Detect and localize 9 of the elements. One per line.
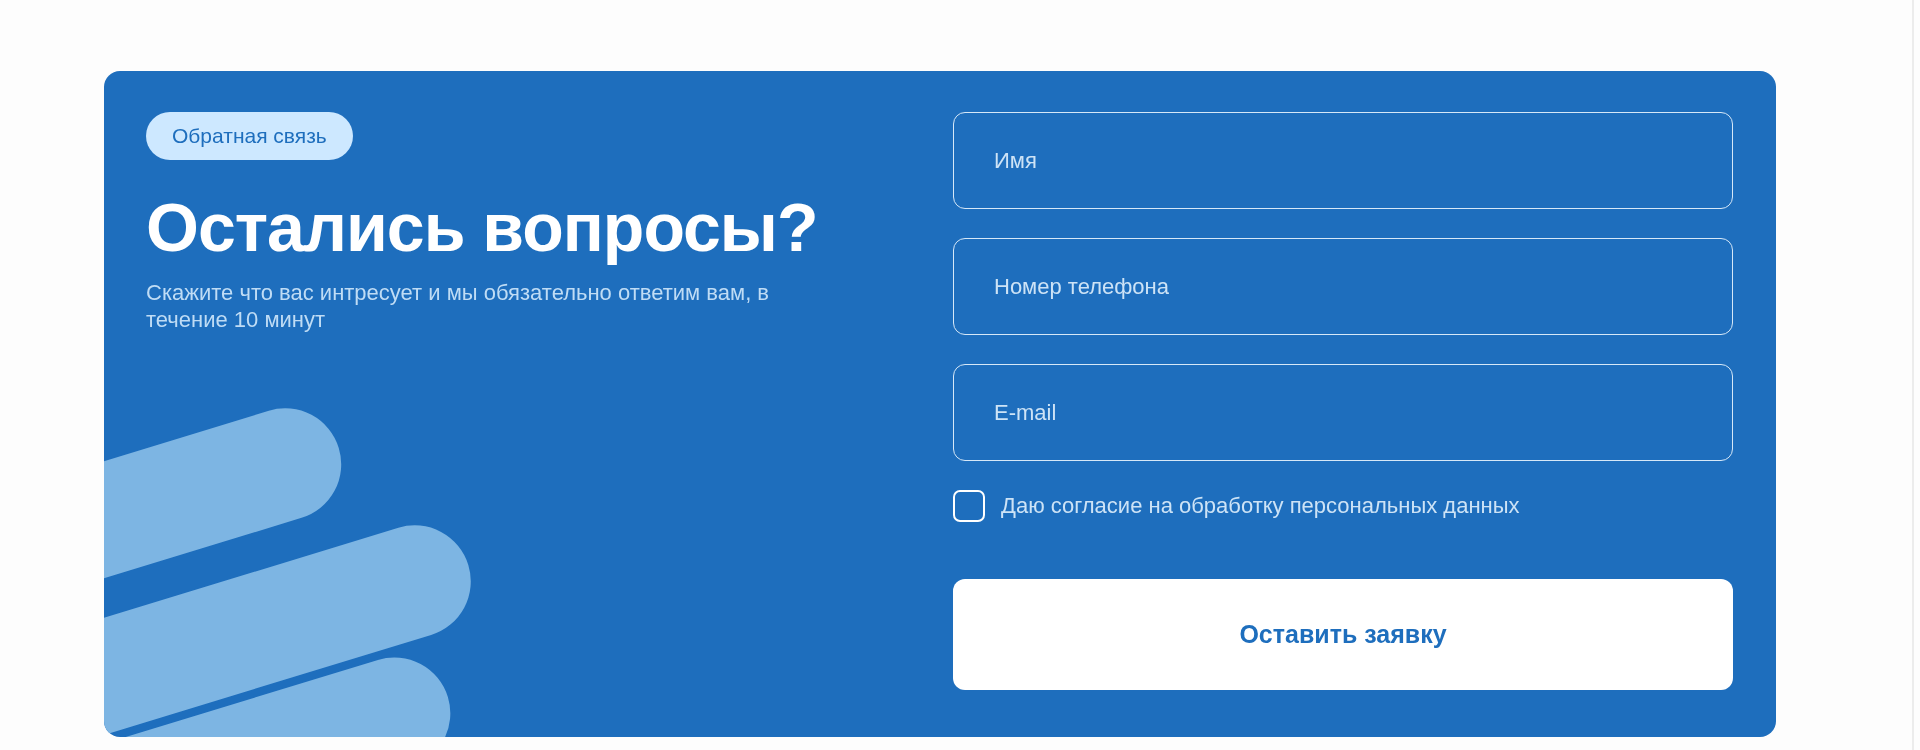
submit-button[interactable]: Оставить заявку (953, 579, 1733, 690)
input-field[interactable]: E-mail (953, 364, 1733, 461)
consent-checkbox[interactable] (953, 490, 985, 522)
subtitle: Скажите что вас интресует и мы обязательно ответим вам, в течение 10 минут (146, 278, 771, 334)
section-badge: Обратная связь (146, 112, 353, 160)
input-field[interactable]: Имя (953, 112, 1733, 209)
input-field[interactable]: Номер телефона (953, 238, 1733, 335)
heading: Остались вопросы? (146, 190, 818, 265)
consent-label: Даю согласие на обработку персональных данных (1001, 493, 1520, 519)
